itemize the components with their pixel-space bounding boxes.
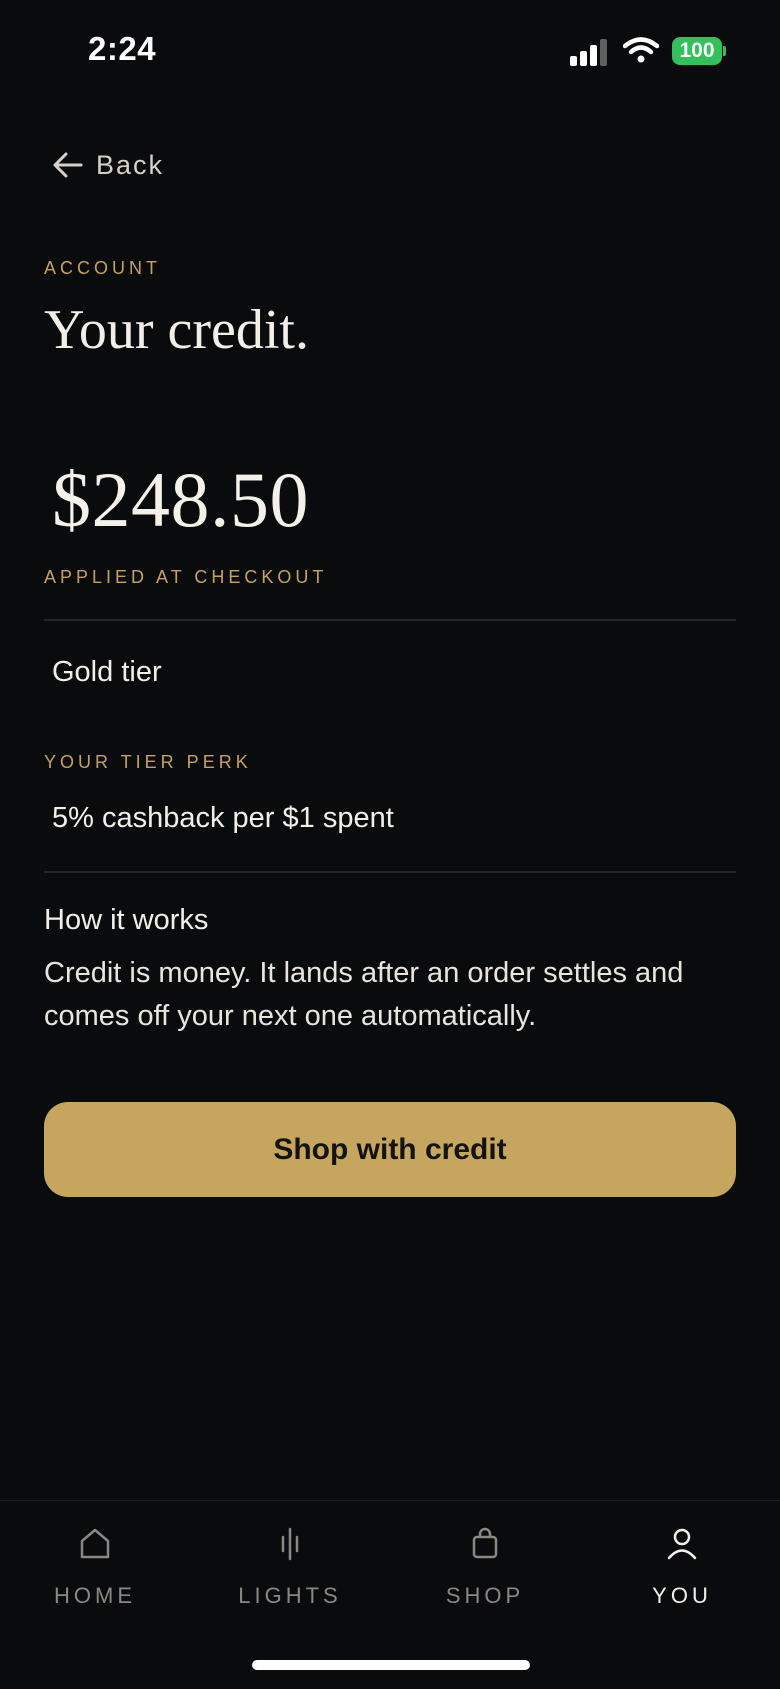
back-label: Back	[96, 149, 165, 180]
home-icon	[80, 1528, 110, 1559]
status-time: 2:24	[88, 30, 157, 67]
divider	[44, 871, 736, 873]
cellular-signal-icon	[570, 38, 610, 66]
tier-name: Gold tier	[52, 656, 162, 688]
perk-value: 5% cashback per $1 spent	[52, 802, 394, 834]
tab-lights[interactable]: LIGHTS	[210, 1523, 370, 1623]
perk-label: YOUR TIER PERK	[44, 752, 252, 772]
arrow-left-icon	[53, 152, 83, 178]
back-button[interactable]: Back	[52, 145, 164, 185]
how-it-works-heading: How it works	[44, 904, 209, 936]
shopping-bag-icon	[472, 1527, 498, 1559]
battery-level: 100	[672, 37, 722, 65]
shop-with-credit-button[interactable]: Shop with credit	[44, 1102, 736, 1197]
wifi-icon	[623, 37, 659, 63]
tab-you[interactable]: YOU	[602, 1523, 762, 1623]
lights-icon	[281, 1527, 299, 1561]
amount-note: APPLIED AT CHECKOUT	[44, 567, 328, 587]
user-icon	[667, 1528, 697, 1560]
page-title: Your credit.	[44, 299, 309, 361]
home-indicator[interactable]	[252, 1660, 530, 1670]
divider	[44, 619, 736, 621]
tab-label: LIGHTS	[238, 1583, 342, 1608]
tab-label: YOU	[652, 1583, 712, 1608]
battery-icon: 100	[672, 37, 726, 65]
shop-with-credit-label: Shop with credit	[273, 1132, 507, 1166]
status-bar: 2:24 100	[0, 0, 780, 100]
tab-label: SHOP	[445, 1583, 525, 1608]
tab-home[interactable]: HOME	[15, 1523, 175, 1623]
tab-label: HOME	[54, 1583, 136, 1608]
tab-shop[interactable]: SHOP	[405, 1523, 565, 1623]
how-it-works-body: Credit is money. It lands after an order…	[44, 957, 684, 1032]
section-eyebrow: ACCOUNT	[44, 258, 161, 278]
credit-amount: $248.50	[52, 456, 309, 543]
